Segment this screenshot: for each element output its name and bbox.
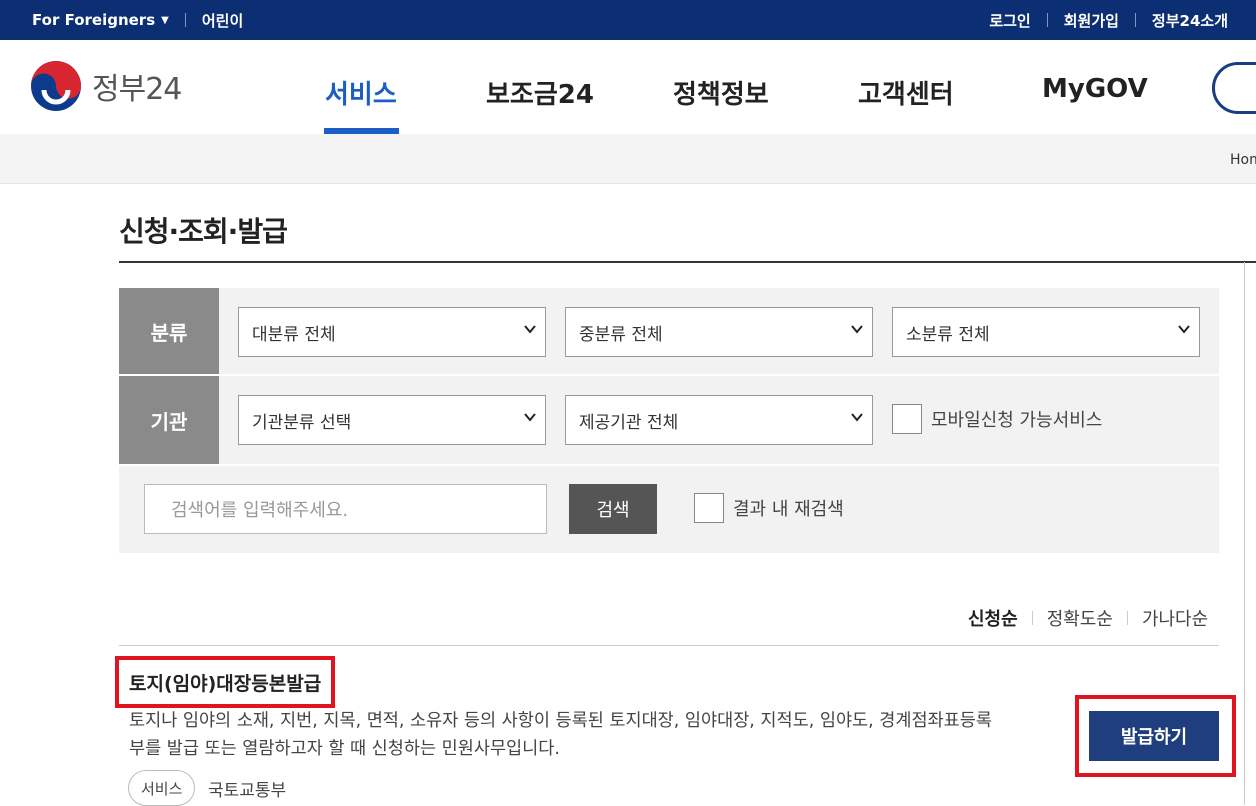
search-placeholder: 검색어를 입력해주세요. [171,500,349,521]
caret-down-icon[interactable]: ▼ [161,15,169,26]
main-header: 정부24 서비스 보조금24 정책정보 고객센터 MyGOV [0,40,1256,134]
sort-divider [119,645,1219,646]
title-divider [119,261,1256,263]
for-foreigners-link[interactable]: For Foreigners [32,11,155,29]
agency-type-value: 기관분류 선택 [252,412,352,433]
divider [1126,611,1128,625]
sort-options: 신청순 정확도순 가나다순 [968,605,1208,631]
signup-link[interactable]: 회원가입 [1064,10,1119,31]
top-left-links: For Foreigners ▼ 어린이 [32,0,243,40]
minor-category-select[interactable]: 소분류 전체 [892,307,1200,357]
login-link[interactable]: 로그인 [989,10,1030,31]
provider-select[interactable]: 제공기관 전체 [565,395,873,445]
breadcrumb: Hom [0,134,1256,184]
taegeuk-logo-icon [31,61,81,111]
chevron-down-icon [851,325,863,334]
agency-type-select[interactable]: 기관분류 선택 [238,395,546,445]
mobile-service-label: 모바일신청 가능서비스 [931,410,1103,431]
research-checkbox[interactable]: 결과 내 재검색 [694,493,844,523]
middle-category-value: 중분류 전체 [579,324,663,345]
top-utility-bar: For Foreigners ▼ 어린이 로그인 회원가입 정부24소개 [0,0,1256,40]
row-divider [119,374,1219,376]
search-button[interactable]: 검색 [569,484,657,534]
checkbox-box[interactable] [892,404,922,434]
row-divider [119,464,1219,466]
about-link[interactable]: 정부24소개 [1152,10,1228,31]
major-category-value: 대분류 전체 [252,324,336,345]
service-tag: 서비스 [128,770,196,806]
minor-category-value: 소분류 전체 [906,324,990,345]
mobile-service-checkbox[interactable]: 모바일신청 가능서비스 [892,404,1102,434]
content-right-border [1244,262,1245,805]
research-label: 결과 내 재검색 [733,499,844,520]
logo-text: 정부24 [92,72,182,107]
divider [1046,13,1048,27]
sort-by-alphabet[interactable]: 가나다순 [1142,605,1208,631]
result-title[interactable]: 토지(임야)대장등본발급 [115,656,336,708]
major-category-select[interactable]: 대분류 전체 [238,307,546,357]
nav-services[interactable]: 서비스 [325,74,397,111]
kids-link[interactable]: 어린이 [202,10,243,31]
sort-by-application[interactable]: 신청순 [968,605,1018,631]
sort-by-accuracy[interactable]: 정확도순 [1047,605,1113,631]
divider [184,13,186,27]
search-input[interactable]: 검색어를 입력해주세요. [144,484,547,534]
category-label: 분류 [119,288,219,374]
nav-subsidy24[interactable]: 보조금24 [486,74,594,111]
result-description-line: 토지나 임야의 소재, 지번, 지목, 면적, 소유자 등의 사항이 등록된 토… [129,711,992,731]
result-description: 토지나 임야의 소재, 지번, 지목, 면적, 소유자 등의 사항이 등록된 토… [129,707,1039,763]
issue-button[interactable]: 발급하기 [1089,711,1219,761]
gov24-logo[interactable]: 정부24 [30,60,182,112]
result-title-text[interactable]: 토지(임야)대장등본발급 [129,669,321,696]
page-title: 신청·조회·발급 [119,215,288,248]
agency-label: 기관 [119,376,219,464]
chevron-down-icon [1178,325,1190,334]
divider [1031,611,1033,625]
chevron-down-icon [524,413,536,422]
nav-policy-info[interactable]: 정책정보 [673,74,769,111]
nav-mygov[interactable]: MyGOV [1042,74,1148,104]
provider-value: 제공기관 전체 [579,412,679,433]
nav-customer-center[interactable]: 고객센터 [858,74,954,111]
checkbox-box[interactable] [694,493,724,523]
chevron-down-icon [524,325,536,334]
top-right-links: 로그인 회원가입 정부24소개 [989,0,1228,40]
chevron-down-icon [851,413,863,422]
search-filter-panel: 분류 기관 대분류 전체 중분류 전체 소분류 전체 기관분류 선택 제공기관 … [119,288,1219,553]
breadcrumb-home[interactable]: Hom [1230,152,1256,168]
result-organization: 국토교통부 [208,781,287,801]
divider [1134,13,1136,27]
middle-category-select[interactable]: 중분류 전체 [565,307,873,357]
header-search-button[interactable] [1212,62,1256,114]
result-description-line: 부를 발급 또는 열람하고자 할 때 신청하는 민원사무입니다. [129,739,560,759]
